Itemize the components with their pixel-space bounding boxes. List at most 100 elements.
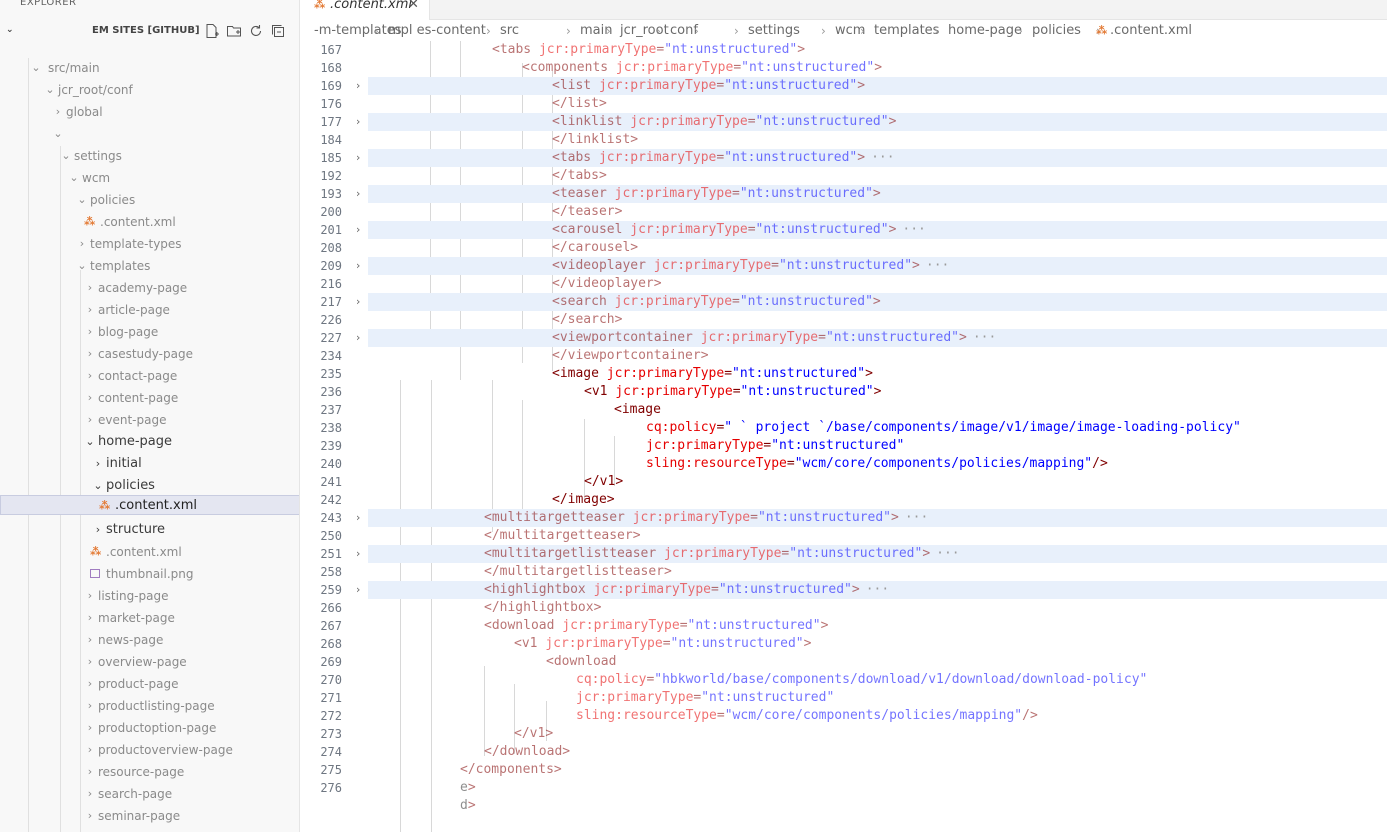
fold-chevron-icon[interactable]: › bbox=[352, 509, 364, 527]
code-line[interactable]: 208 </carousel> bbox=[300, 239, 1387, 257]
code-line[interactable]: 167 <tabs jcr:primaryType="nt:unstructure… bbox=[300, 41, 1387, 59]
chevron-down-icon[interactable]: ⌄ bbox=[6, 25, 14, 35]
chevron-down-icon[interactable]: ⌄ bbox=[30, 58, 42, 78]
code-line[interactable]: 251 › <multitargetlistteaser jcr:primaryTy… bbox=[300, 545, 1387, 563]
code-line[interactable]: 242 </image> bbox=[300, 491, 1387, 509]
chevron-right-icon[interactable]: › bbox=[84, 696, 96, 716]
code-line[interactable]: 169 › <list jcr:primaryType="nt:unstructur… bbox=[300, 77, 1387, 95]
code-line[interactable]: 241 </v1> bbox=[300, 473, 1387, 491]
tree-item[interactable]: › productlisting-page bbox=[0, 696, 299, 716]
tree-item[interactable]: › structure bbox=[0, 520, 299, 540]
folded-ellipsis[interactable]: ··· bbox=[973, 329, 996, 347]
code-line[interactable]: 234 </viewportcontainer> bbox=[300, 347, 1387, 365]
chevron-right-icon[interactable]: › bbox=[92, 454, 104, 474]
tree-item[interactable]: thumbnail.png bbox=[0, 564, 299, 584]
chevron-down-icon[interactable]: ⌄ bbox=[60, 146, 72, 166]
chevron-right-icon[interactable]: › bbox=[84, 740, 96, 760]
tree-item[interactable]: › productoption-page bbox=[0, 718, 299, 738]
code-line[interactable]: 193 › <teaser jcr:primaryType="nt:unstruct… bbox=[300, 185, 1387, 203]
tree-item[interactable]: ⌄ jcr_root/conf bbox=[0, 80, 299, 100]
chevron-right-icon[interactable]: › bbox=[84, 410, 96, 430]
chevron-right-icon[interactable]: › bbox=[84, 300, 96, 320]
code-line[interactable]: 250 </multitargetteaser> bbox=[300, 527, 1387, 545]
breadcrumb-item[interactable]: src bbox=[500, 21, 519, 41]
tab-content-xml[interactable]: ⁂ .content.xml ✕ bbox=[300, 0, 430, 20]
tree-item[interactable]: ⁂ .content.xml bbox=[0, 212, 299, 232]
collapse-all-icon[interactable] bbox=[270, 23, 286, 39]
chevron-right-icon[interactable]: › bbox=[84, 784, 96, 804]
chevron-right-icon[interactable]: › bbox=[84, 388, 96, 408]
chevron-right-icon[interactable]: › bbox=[84, 366, 96, 386]
code-line[interactable]: 258 </multitargetlistteaser> bbox=[300, 563, 1387, 581]
refresh-icon[interactable] bbox=[248, 23, 264, 39]
fold-chevron-icon[interactable]: › bbox=[352, 329, 364, 347]
chevron-right-icon[interactable]: › bbox=[84, 322, 96, 342]
tree-item[interactable]: › event-page bbox=[0, 410, 299, 430]
chevron-right-icon[interactable]: › bbox=[84, 652, 96, 672]
code-line[interactable]: 177 › <linklist jcr:primaryType="nt:unstru… bbox=[300, 113, 1387, 131]
tree-item[interactable]: › resource-page bbox=[0, 762, 299, 782]
code-line[interactable]: 185 › <tabs jcr:primaryType="nt:unstructur… bbox=[300, 149, 1387, 167]
chevron-down-icon[interactable]: ⌄ bbox=[68, 168, 80, 188]
tree-item[interactable]: › article-page bbox=[0, 300, 299, 320]
code-line[interactable]: 168 <components jcr:primaryType="nt:unstr… bbox=[300, 59, 1387, 77]
code-line[interactable]: 216 </videoplayer> bbox=[300, 275, 1387, 293]
tree-item[interactable]: ⌄ wcm bbox=[0, 168, 299, 188]
chevron-down-icon[interactable]: ⌄ bbox=[92, 476, 104, 496]
chevron-right-icon[interactable]: › bbox=[84, 630, 96, 650]
code-line[interactable]: 266 </highlightbox> bbox=[300, 599, 1387, 617]
breadcrumb-item[interactable]: .content.xml bbox=[1110, 21, 1192, 41]
tree-item[interactable]: › search-page bbox=[0, 784, 299, 804]
breadcrumb-item[interactable]: jcr_root bbox=[620, 21, 669, 41]
chevron-right-icon[interactable]: › bbox=[84, 674, 96, 694]
code-line[interactable]: 236 <v1 jcr:primaryType="nt:unstructured"… bbox=[300, 383, 1387, 401]
workspace-section-header[interactable]: ⌄ EM SITES [GITHUB] bbox=[0, 22, 299, 40]
chevron-right-icon[interactable]: › bbox=[84, 762, 96, 782]
folded-ellipsis[interactable]: ··· bbox=[936, 545, 959, 563]
tree-item[interactable]: › contact-page bbox=[0, 366, 299, 386]
close-icon[interactable]: ✕ bbox=[408, 0, 419, 12]
tree-item[interactable]: › product-page bbox=[0, 674, 299, 694]
tree-item[interactable]: ⌄ bbox=[0, 124, 299, 144]
code-line[interactable]: 192 </tabs> bbox=[300, 167, 1387, 185]
tree-item[interactable]: › template-types bbox=[0, 234, 299, 254]
code-line[interactable]: 274 </download> bbox=[300, 743, 1387, 761]
tree-item[interactable]: › content-page bbox=[0, 388, 299, 408]
folded-ellipsis[interactable]: ··· bbox=[926, 257, 949, 275]
fold-chevron-icon[interactable]: › bbox=[352, 293, 364, 311]
tree-item[interactable]: › initial bbox=[0, 454, 299, 474]
tree-item[interactable]: › market-page bbox=[0, 608, 299, 628]
tree-item[interactable]: › productoverview-page bbox=[0, 740, 299, 760]
tree-item[interactable]: › listing-page bbox=[0, 586, 299, 606]
chevron-right-icon[interactable]: › bbox=[84, 718, 96, 738]
fold-chevron-icon[interactable]: › bbox=[352, 149, 364, 167]
fold-chevron-icon[interactable]: › bbox=[352, 185, 364, 203]
code-line[interactable]: 272 sling:resourceType="wcm/core/componen… bbox=[300, 707, 1387, 725]
code-line[interactable]: 238 cq:policy=" ` project `/base/componen… bbox=[300, 419, 1387, 437]
chevron-right-icon[interactable]: › bbox=[92, 520, 104, 540]
chevron-right-icon[interactable]: › bbox=[84, 344, 96, 364]
tree-item[interactable]: › global bbox=[0, 102, 299, 122]
code-line[interactable]: 259 › <highlightbox jcr:primaryType="nt:un… bbox=[300, 581, 1387, 599]
tree-item[interactable]: › overview-page bbox=[0, 652, 299, 672]
fold-chevron-icon[interactable]: › bbox=[352, 113, 364, 131]
tree-item[interactable]: ⌄ home-page bbox=[0, 432, 299, 452]
tree-item[interactable]: ⌄ policies bbox=[0, 190, 299, 210]
code-line[interactable]: 176 </list> bbox=[300, 95, 1387, 113]
tree-item[interactable]: › seminar-page bbox=[0, 806, 299, 826]
chevron-right-icon[interactable]: › bbox=[76, 234, 88, 254]
code-line[interactable]: 268 <v1 jcr:primaryType="nt:unstructured"… bbox=[300, 635, 1387, 653]
fold-chevron-icon[interactable]: › bbox=[352, 221, 364, 239]
tree-item[interactable]: › academy-page bbox=[0, 278, 299, 298]
fold-chevron-icon[interactable]: › bbox=[352, 581, 364, 599]
code-line[interactable]: 267 <download jcr:primaryType="nt:unstruc… bbox=[300, 617, 1387, 635]
chevron-right-icon[interactable]: › bbox=[84, 608, 96, 628]
code-line[interactable]: 243 › <multitargetteaser jcr:primaryType="… bbox=[300, 509, 1387, 527]
fold-chevron-icon[interactable]: › bbox=[352, 77, 364, 95]
folded-ellipsis[interactable]: ··· bbox=[902, 221, 925, 239]
code-line[interactable]: 227 › <viewportcontainer jcr:primaryType="… bbox=[300, 329, 1387, 347]
code-line[interactable]: 201 › <carousel jcr:primaryType="nt:unstru… bbox=[300, 221, 1387, 239]
chevron-down-icon[interactable]: ⌄ bbox=[84, 432, 96, 452]
fold-chevron-icon[interactable]: › bbox=[352, 545, 364, 563]
code-line[interactable]: 273 </v1> bbox=[300, 725, 1387, 743]
